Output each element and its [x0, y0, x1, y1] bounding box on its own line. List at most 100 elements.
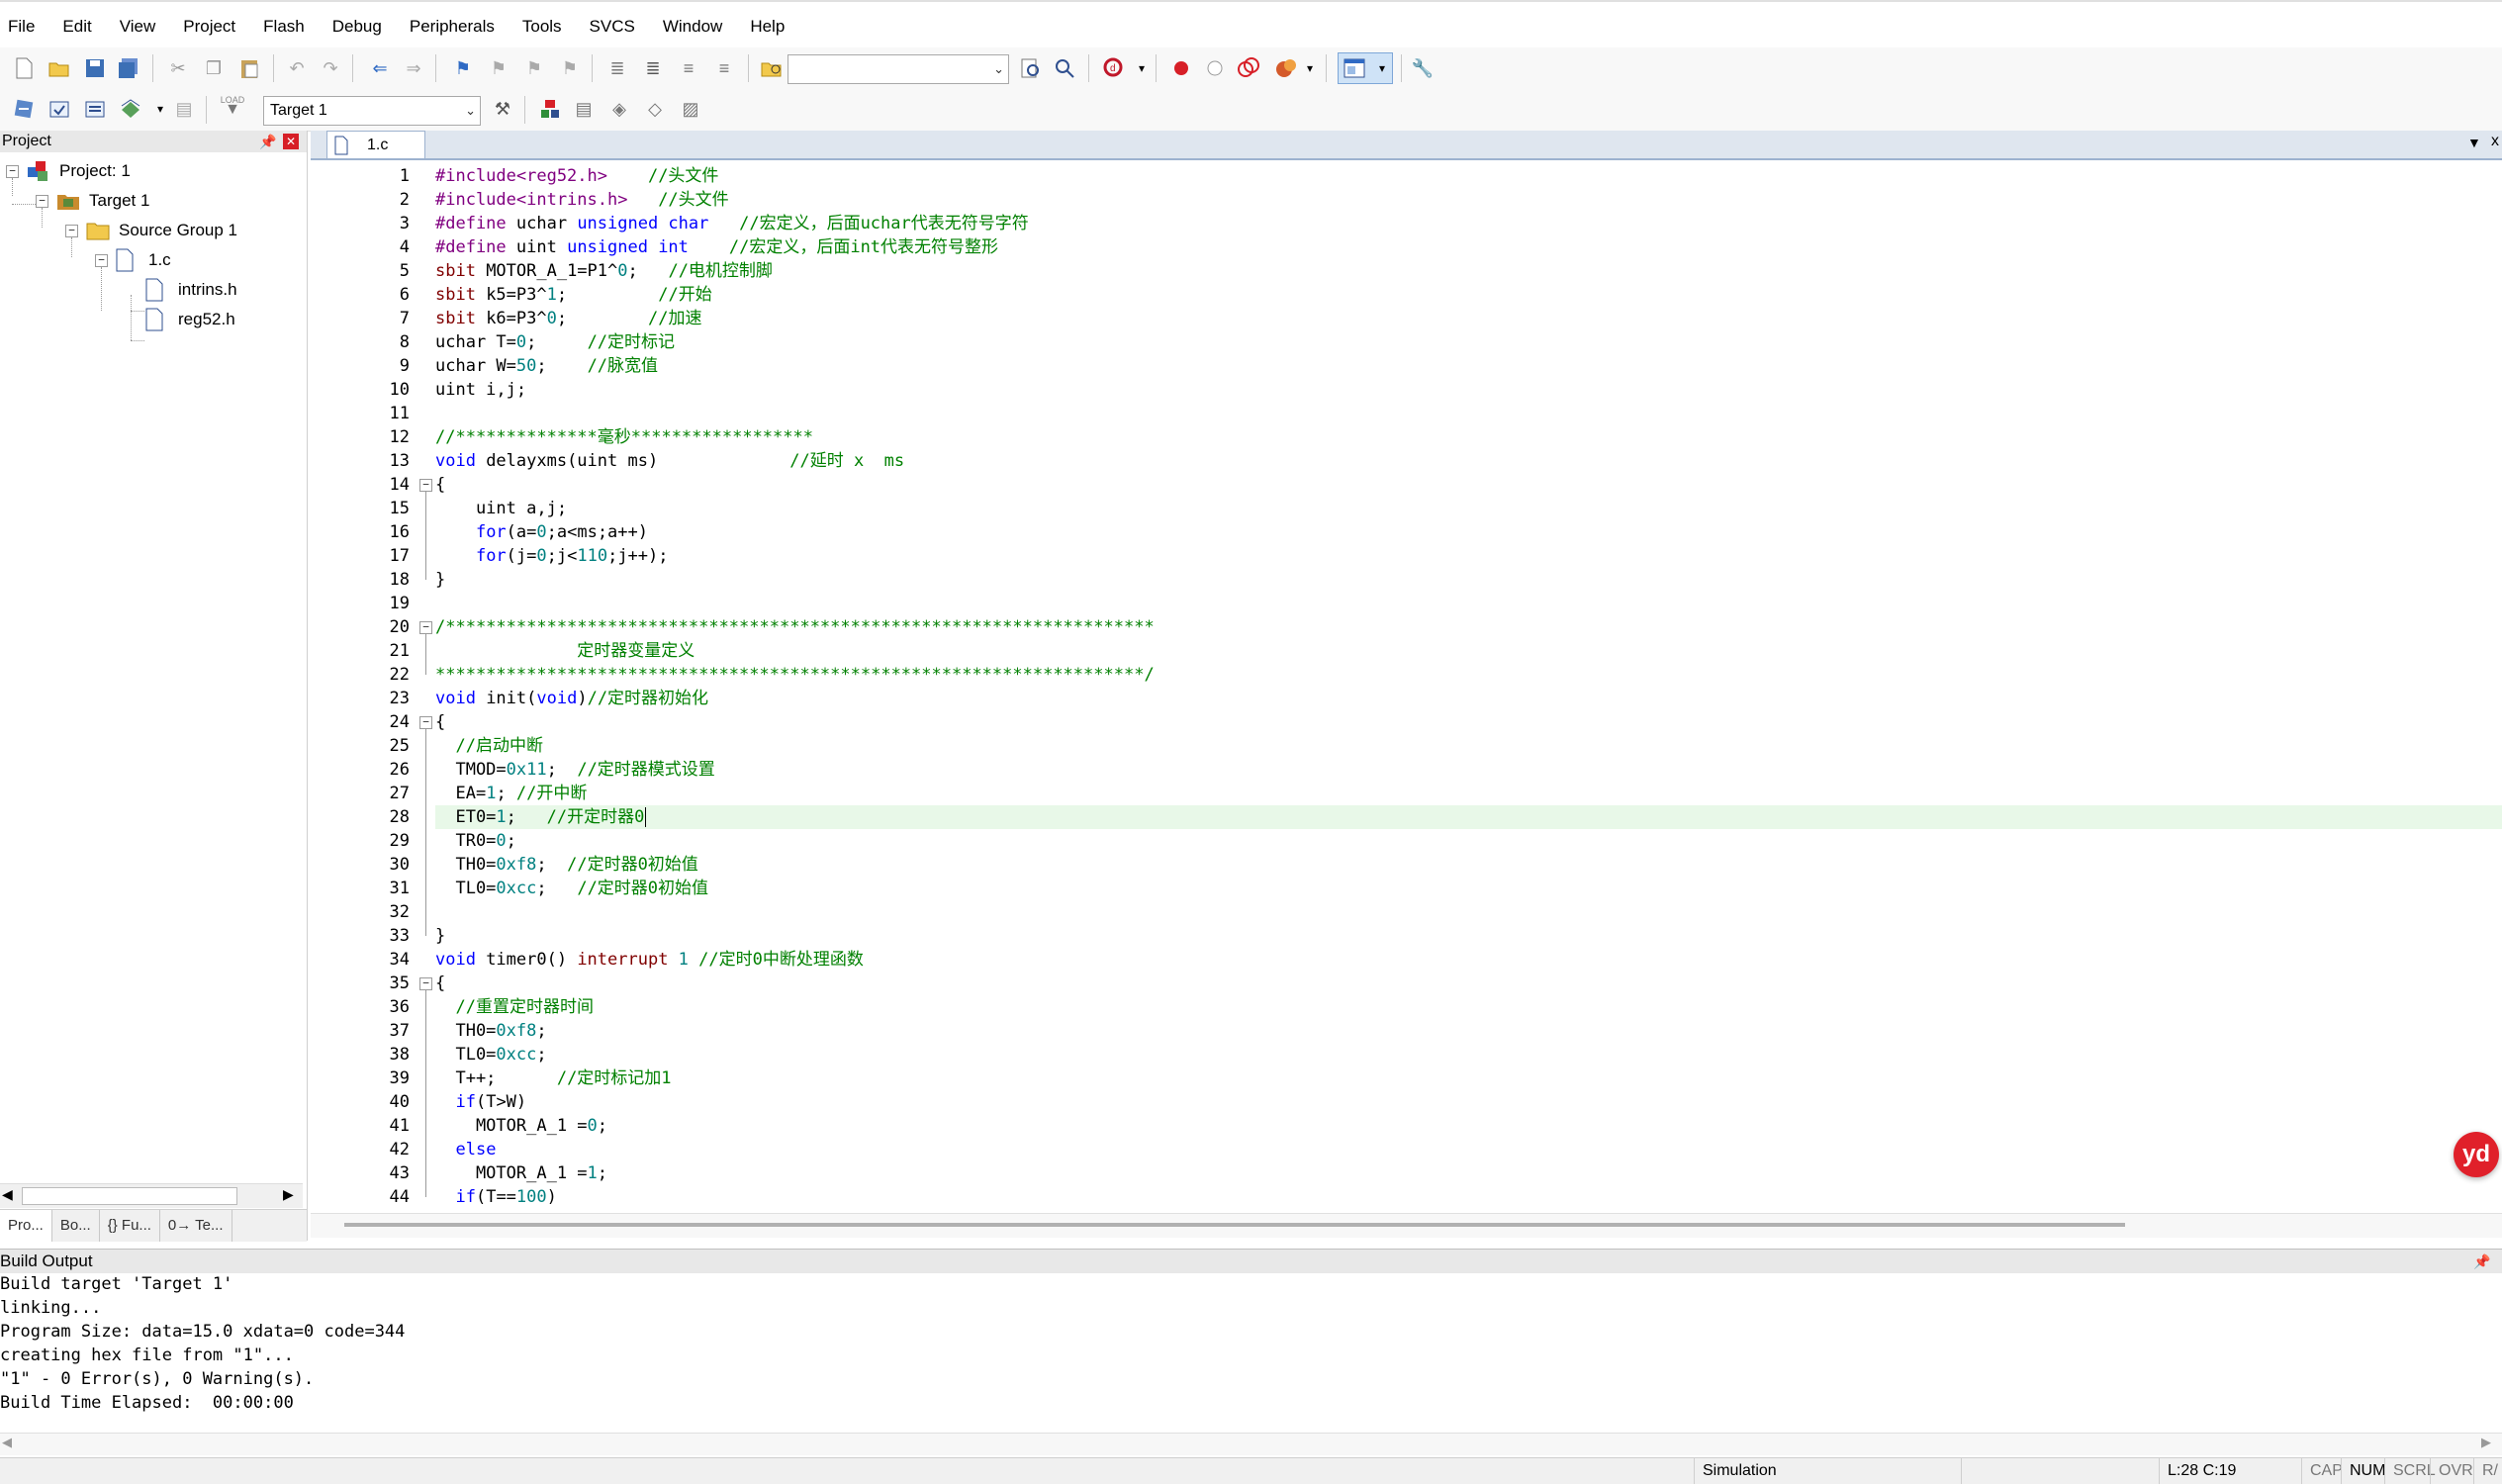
manage-project-icon[interactable]: ▤ [572, 97, 596, 121]
tab-templates[interactable]: 0→ Te... [160, 1210, 232, 1242]
editor-tabstrip: 1.c ▼ x [311, 131, 2502, 160]
code-token: ; [536, 356, 588, 376]
file-extensions-icon[interactable] [538, 97, 562, 121]
menu-help[interactable]: Help [736, 2, 798, 49]
build-hscrollbar[interactable]: ◀ ▶ [0, 1433, 2502, 1455]
menu-tools[interactable]: Tools [509, 2, 576, 49]
menu-project[interactable]: Project [169, 2, 249, 49]
fold-guide [425, 633, 426, 675]
build-icon[interactable] [47, 97, 71, 121]
batch-build-icon[interactable] [119, 97, 142, 121]
copy-icon[interactable]: ❐ [202, 56, 226, 80]
stop-build-icon[interactable]: ▤ [172, 97, 196, 121]
scroll-right-icon[interactable]: ▶ [283, 1186, 294, 1203]
uncomment-icon[interactable]: ≡ [712, 56, 736, 80]
incremental-find-icon[interactable] [1053, 56, 1076, 80]
find-in-files-icon[interactable] [760, 56, 784, 80]
chevron-down-icon[interactable]: ▾ [148, 97, 172, 121]
select-packs-icon[interactable]: ◈ [607, 97, 631, 121]
line-number: 21 [389, 641, 410, 661]
open-file-icon[interactable] [47, 56, 71, 80]
comment-icon[interactable]: ≡ [677, 56, 700, 80]
code-line: /***************************************… [435, 615, 1155, 639]
download-icon[interactable]: LOAD ▼ [220, 95, 245, 118]
find-icon[interactable] [1019, 56, 1043, 80]
kill-all-icon[interactable] [1274, 56, 1298, 80]
menu-svcs[interactable]: SVCS [576, 2, 649, 49]
pack-installer-icon[interactable]: ▨ [679, 97, 702, 121]
code-editor[interactable]: 1 #include<reg52.h> //头文件 2 #include<intrin… [311, 164, 2502, 1213]
tab-books[interactable]: Bo... [52, 1210, 100, 1242]
tab-list-icon[interactable]: ▼ [2467, 135, 2481, 150]
rebuild-icon[interactable] [83, 97, 107, 121]
target-select[interactable]: Target 1 ⌄ [263, 96, 481, 126]
close-icon[interactable]: ✕ [283, 134, 299, 149]
translate-icon[interactable] [12, 97, 36, 121]
indent-icon[interactable]: ≣ [605, 56, 629, 80]
manage-rte-icon[interactable]: ◇ [643, 97, 667, 121]
collapse-icon[interactable]: − [6, 165, 19, 178]
collapse-icon[interactable]: − [65, 225, 78, 237]
menu-window[interactable]: Window [649, 2, 736, 49]
scroll-left-icon[interactable]: ◀ [2, 1435, 12, 1450]
target-options-icon[interactable]: ⚒ [491, 97, 514, 121]
window-layout-button[interactable]: ▾ [1338, 52, 1393, 84]
code-token: 0 [617, 261, 628, 281]
menu-peripherals[interactable]: Peripherals [396, 2, 509, 49]
configure-icon[interactable]: 🔧 [1411, 56, 1435, 80]
menu-flash[interactable]: Flash [249, 2, 319, 49]
editor-hscrollbar[interactable] [311, 1213, 2502, 1238]
code-token: k5=P3^ [475, 285, 547, 305]
chevron-down-icon: ▾ [1378, 61, 1386, 75]
code-token: ) [546, 1187, 557, 1207]
code-line: uchar T=0; //定时标记 [435, 330, 675, 354]
kill-breakpoints-icon[interactable] [1237, 56, 1260, 80]
paste-icon[interactable] [237, 56, 261, 80]
undo-icon[interactable]: ↶ [285, 56, 309, 80]
prev-bookmark-icon[interactable]: ⚑ [487, 56, 510, 80]
pin-icon[interactable]: 📌 [2473, 1250, 2490, 1273]
translator-badge-icon[interactable]: yd [2454, 1132, 2499, 1177]
scroll-right-icon[interactable]: ▶ [2481, 1435, 2491, 1450]
redo-icon[interactable]: ↷ [319, 56, 342, 80]
tab-project[interactable]: Pro... [0, 1210, 52, 1242]
save-icon[interactable] [83, 56, 107, 80]
editor-tab[interactable]: 1.c [326, 131, 425, 158]
collapse-icon[interactable]: − [95, 254, 108, 267]
code-token: 1 [546, 285, 557, 305]
pin-icon[interactable]: 📌 [259, 131, 276, 152]
menu-file[interactable]: File [0, 2, 48, 49]
close-icon[interactable]: x [2491, 133, 2499, 150]
code-token: TMOD= [435, 760, 507, 780]
breakpoint-icon[interactable] [1169, 56, 1193, 80]
save-all-icon[interactable] [117, 56, 140, 80]
navigate-forward-icon[interactable]: ⇒ [402, 56, 425, 80]
debug-start-icon[interactable]: d [1102, 56, 1126, 80]
scroll-thumb[interactable] [22, 1187, 237, 1205]
bookmark-icon[interactable]: ⚑ [451, 56, 475, 80]
navigate-back-icon[interactable]: ⇐ [368, 56, 392, 80]
next-bookmark-icon[interactable]: ⚑ [522, 56, 546, 80]
code-token: uchar W= [435, 356, 516, 376]
scroll-thumb[interactable] [344, 1223, 2125, 1227]
tab-functions[interactable]: {} Fu... [100, 1210, 160, 1242]
disable-breakpoint-icon[interactable] [1203, 56, 1227, 80]
project-hscrollbar[interactable]: ◀ ▶ [0, 1183, 303, 1208]
cut-icon[interactable]: ✂ [166, 56, 190, 80]
menu-view[interactable]: View [106, 2, 170, 49]
menu-debug[interactable]: Debug [319, 2, 396, 49]
code-token: { [435, 475, 446, 495]
chevron-down-icon[interactable]: ▾ [1130, 56, 1154, 80]
clear-bookmarks-icon[interactable]: ⚑ [558, 56, 582, 80]
unindent-icon[interactable]: ≣ [641, 56, 665, 80]
chevron-down-icon[interactable]: ▾ [1298, 56, 1322, 80]
new-file-icon[interactable] [12, 56, 36, 80]
find-combobox[interactable]: ⌄ [788, 54, 1009, 84]
scroll-left-icon[interactable]: ◀ [2, 1186, 13, 1203]
code-token: ; [506, 831, 516, 851]
menu-edit[interactable]: Edit [48, 2, 105, 49]
code-token: (T>W) [475, 1092, 527, 1112]
collapse-icon[interactable]: − [36, 195, 48, 208]
